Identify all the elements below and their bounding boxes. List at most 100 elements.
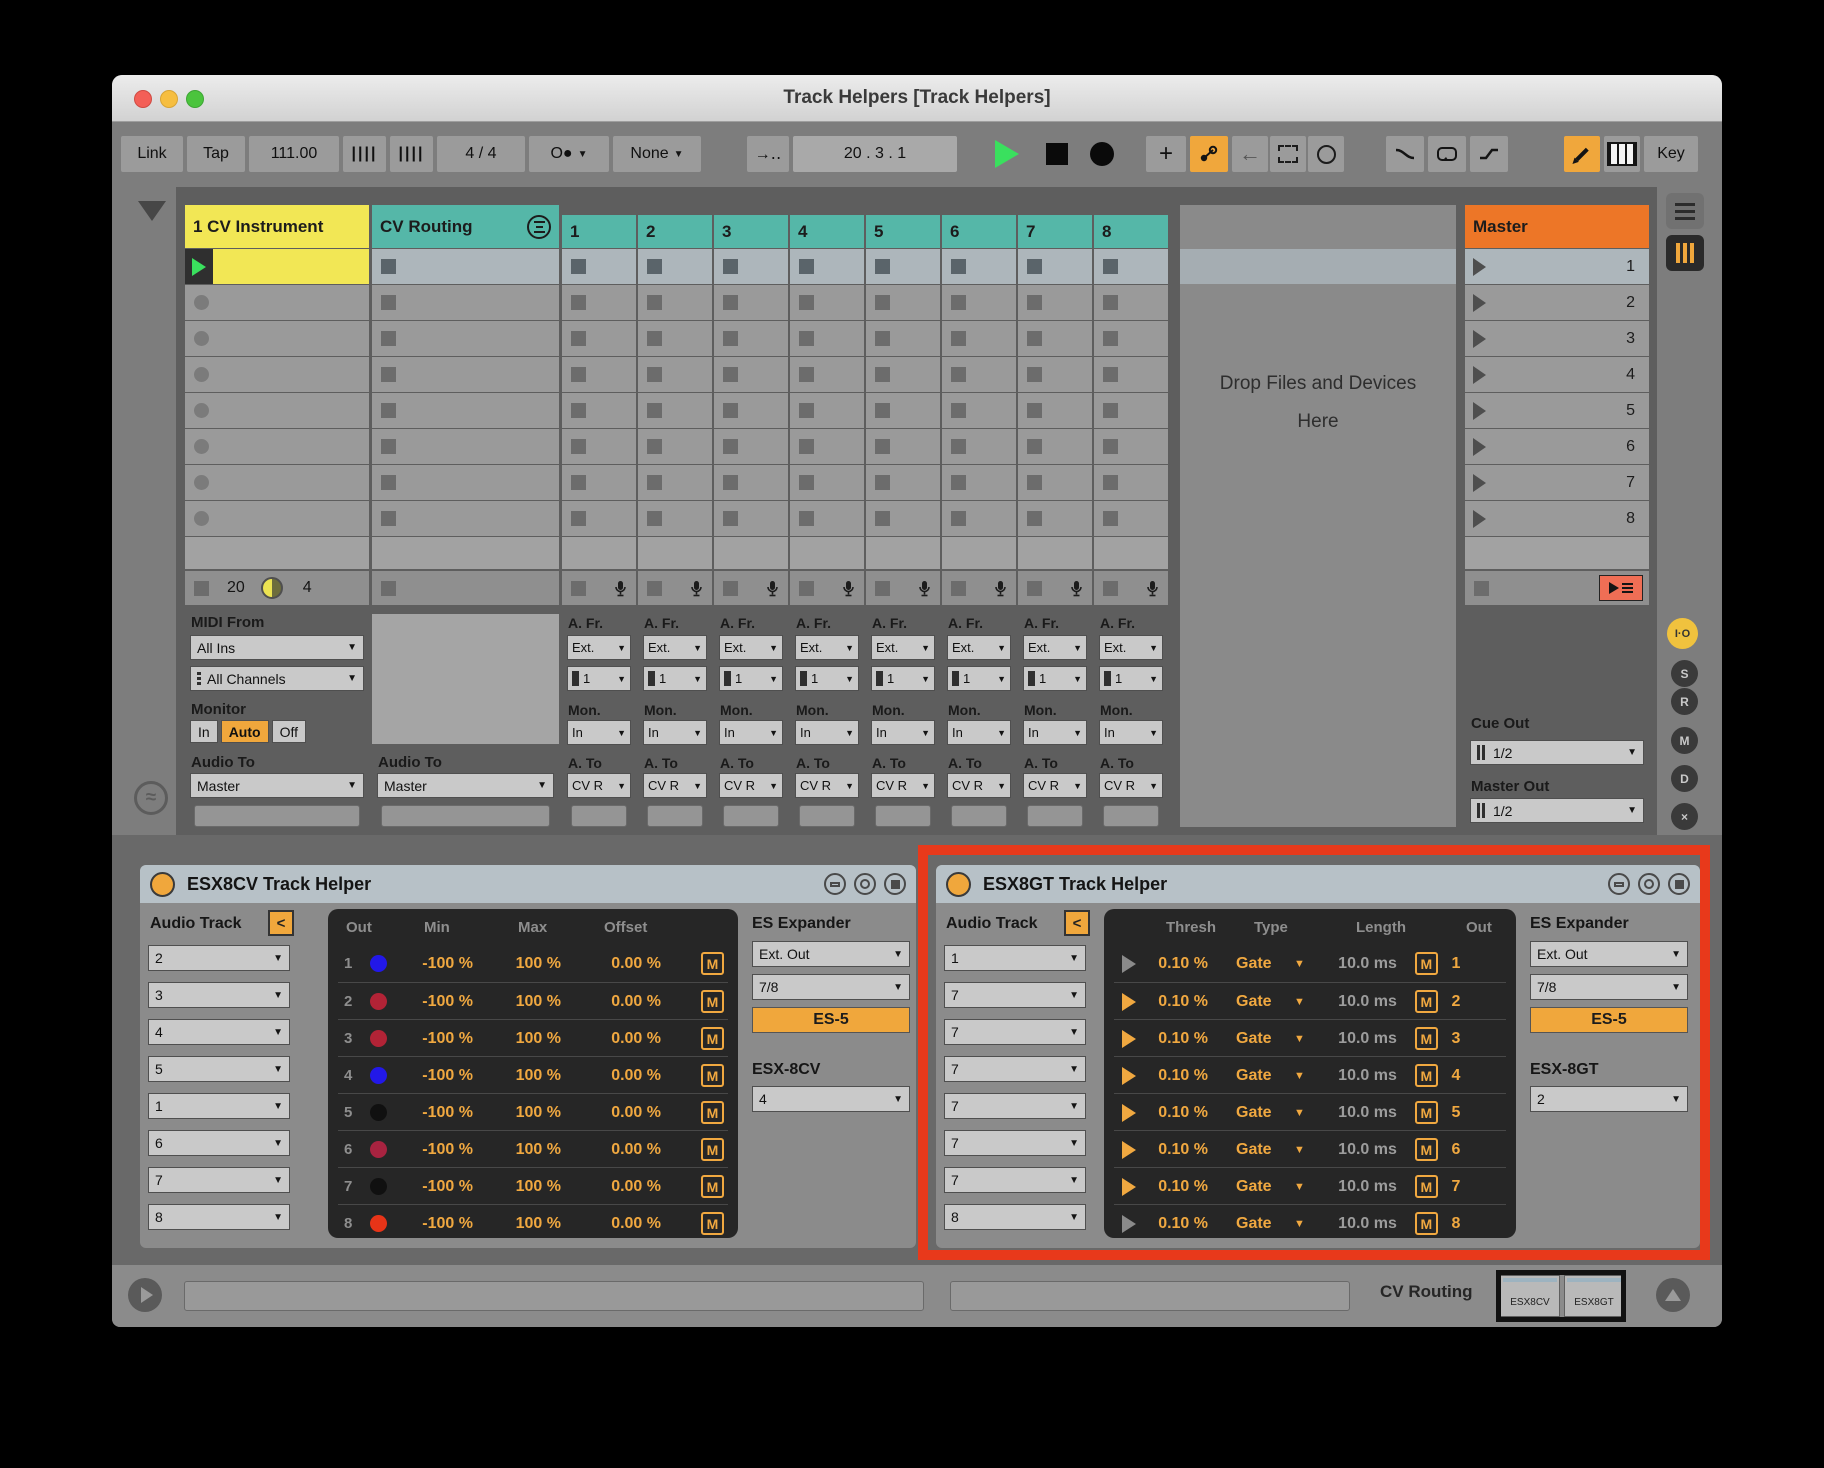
thresh-value[interactable]: 0.10 % (1136, 1215, 1208, 1233)
clip-slot[interactable] (866, 357, 940, 392)
tap-tempo-button[interactable]: Tap (187, 136, 245, 172)
clip-slot[interactable] (1018, 393, 1092, 428)
clip-slot[interactable] (372, 285, 559, 320)
clip-slot[interactable] (866, 429, 940, 464)
clip-slot[interactable] (562, 501, 636, 536)
track-stop-button[interactable] (381, 581, 396, 596)
scene-slot[interactable]: 2 (1465, 285, 1649, 320)
clip-slot[interactable] (714, 393, 788, 428)
type-value[interactable]: Gate (1236, 1030, 1286, 1048)
device-on-toggle[interactable] (150, 872, 175, 897)
type-value[interactable]: Gate (1236, 1141, 1286, 1159)
track-stop-button[interactable] (723, 581, 738, 596)
clip-slot[interactable] (714, 357, 788, 392)
track-stop-button[interactable] (647, 581, 662, 596)
output-chooser[interactable]: CV R▼ (947, 773, 1011, 798)
offset-value[interactable]: 0.00 % (561, 1030, 661, 1048)
crossfade-wave-icon[interactable]: ≈ (134, 781, 168, 815)
drop-zone[interactable]: Drop Files and Devices Here (1180, 205, 1456, 827)
cue-out-chooser[interactable]: 1/2▼ (1470, 740, 1644, 765)
clip-slot[interactable] (1094, 285, 1168, 320)
track-stop-button[interactable] (875, 581, 890, 596)
map-button[interactable]: M (1415, 1064, 1438, 1087)
map-button[interactable]: M (701, 1212, 724, 1235)
follow-actions-button[interactable] (1308, 136, 1344, 172)
map-button[interactable]: M (701, 1175, 724, 1198)
track-header-4[interactable]: 4 (790, 215, 864, 248)
clip-slot[interactable] (790, 429, 864, 464)
offset-value[interactable]: 0.00 % (561, 1215, 661, 1233)
quantization-chooser[interactable]: None▼ (613, 136, 701, 172)
show-device-view-button[interactable] (1656, 1278, 1690, 1312)
clip-slot[interactable] (1094, 501, 1168, 536)
input-channel-chooser[interactable]: 1▼ (795, 666, 859, 691)
length-value[interactable]: 10.0 ms (1317, 1178, 1397, 1196)
clip-slot[interactable] (942, 249, 1016, 284)
audio-track-chooser[interactable]: 7▼ (944, 982, 1086, 1008)
device-fold-icon[interactable] (824, 873, 846, 895)
monitor-auto-option[interactable]: Auto (221, 720, 269, 743)
thresh-value[interactable]: 0.10 % (1136, 1141, 1208, 1159)
mixer-section-toggle-button[interactable]: M (1671, 727, 1698, 754)
clip-slot[interactable] (942, 501, 1016, 536)
clip-slot[interactable] (1094, 429, 1168, 464)
clip-slot[interactable] (1094, 465, 1168, 500)
save-preset-icon[interactable] (884, 873, 906, 895)
audio-track-chooser[interactable]: 6▼ (148, 1130, 290, 1156)
audio-track-chooser[interactable]: 7▼ (944, 1167, 1086, 1193)
length-value[interactable]: 10.0 ms (1317, 993, 1397, 1011)
thresh-value[interactable]: 0.10 % (1136, 1104, 1208, 1122)
input-type-chooser[interactable]: Ext.▼ (947, 635, 1011, 660)
thresh-value[interactable]: 0.10 % (1136, 955, 1208, 973)
max-value[interactable]: 100 % (473, 1215, 561, 1233)
length-value[interactable]: 10.0 ms (1317, 1104, 1397, 1122)
clip-slot[interactable] (372, 249, 559, 284)
save-preset-icon[interactable] (1668, 873, 1690, 895)
length-value[interactable]: 10.0 ms (1317, 1141, 1397, 1159)
clip-slot[interactable] (638, 321, 712, 356)
map-button[interactable]: M (1415, 1175, 1438, 1198)
clip-slot[interactable] (562, 429, 636, 464)
clip-slot[interactable] (562, 249, 636, 284)
clip-slot[interactable] (372, 501, 559, 536)
clip-slot[interactable] (790, 357, 864, 392)
clip-slot[interactable] (942, 357, 1016, 392)
mixer-toggle-icon[interactable] (1666, 235, 1704, 271)
automation-fade-button[interactable] (1386, 136, 1424, 172)
clip-slot[interactable] (1018, 429, 1092, 464)
scene-slot[interactable] (1465, 537, 1649, 569)
track-stop-button[interactable] (571, 581, 586, 596)
clip-slot[interactable] (372, 393, 559, 428)
clip-slot[interactable] (942, 537, 1016, 569)
arm-mic-icon[interactable] (1070, 580, 1083, 597)
draw-pencil-button[interactable] (1564, 136, 1600, 172)
delay-toggle-button[interactable]: D (1671, 765, 1698, 792)
min-value[interactable]: -100 % (387, 1104, 473, 1122)
max-value[interactable]: 100 % (473, 955, 561, 973)
monitor-chooser[interactable]: In▼ (1099, 720, 1163, 745)
monitor-chooser[interactable]: In▼ (947, 720, 1011, 745)
audio-track-chooser[interactable]: 1▼ (148, 1093, 290, 1119)
output-chooser[interactable]: CV R▼ (1023, 773, 1087, 798)
map-button[interactable]: M (701, 1101, 724, 1124)
clip-slot[interactable] (638, 249, 712, 284)
monitor-off-option[interactable]: Off (272, 720, 306, 743)
clip-slot[interactable] (790, 393, 864, 428)
audio-track-chooser[interactable]: 8▼ (148, 1204, 290, 1230)
loop-button[interactable] (1428, 136, 1466, 172)
track-header-8[interactable]: 8 (1094, 215, 1168, 248)
clip-slot[interactable] (185, 321, 369, 356)
clip-slot[interactable] (638, 537, 712, 569)
audio-track-chooser[interactable]: 5▼ (148, 1056, 290, 1082)
es5-button[interactable]: ES-5 (1530, 1007, 1688, 1033)
clip-slot[interactable] (638, 393, 712, 428)
clip-slot[interactable] (185, 357, 369, 392)
output-chooser[interactable]: CV R▼ (719, 773, 783, 798)
max-value[interactable]: 100 % (473, 1030, 561, 1048)
device-fold-icon[interactable] (1608, 873, 1630, 895)
max-value[interactable]: 100 % (473, 1178, 561, 1196)
hot-swap-icon[interactable] (1638, 873, 1660, 895)
clip-slot[interactable] (942, 393, 1016, 428)
stop-all-clips-square[interactable] (1474, 581, 1489, 596)
audio-track-chooser[interactable]: 7▼ (944, 1019, 1086, 1045)
